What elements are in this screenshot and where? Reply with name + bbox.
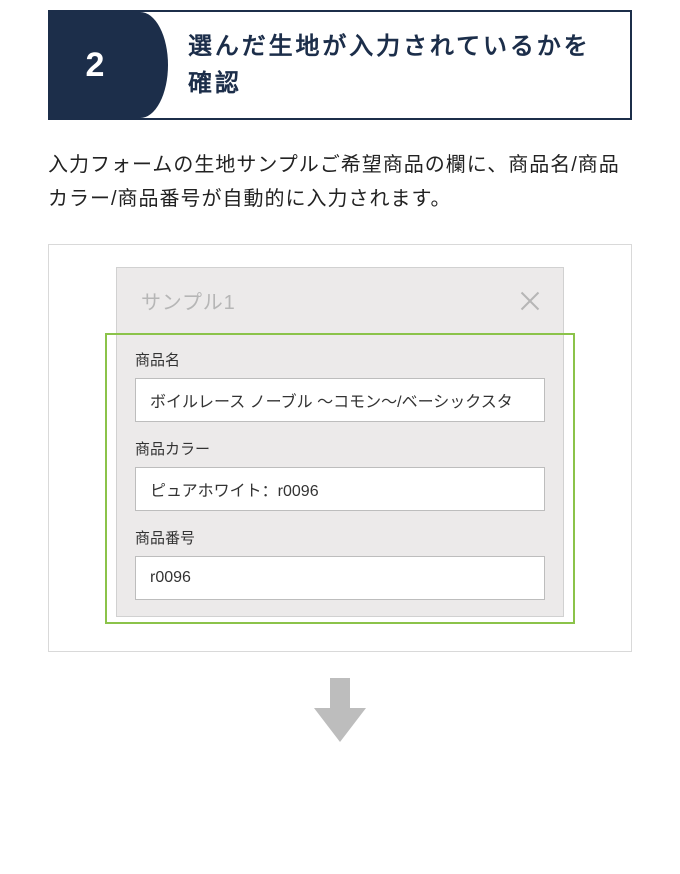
- highlight-box: 商品名 商品カラー 商品番号: [105, 333, 575, 624]
- step-title: 選んだ生地が入力されているかを確認: [140, 12, 630, 118]
- card-title: サンプル1: [141, 286, 236, 315]
- field-product-number: 商品番号: [135, 527, 545, 600]
- product-color-input[interactable]: [135, 467, 545, 511]
- screenshot-frame: サンプル1 商品名 商品カラー 商品番号: [48, 244, 632, 652]
- step-header: 2 選んだ生地が入力されているかを確認: [48, 10, 632, 120]
- arrow-down-icon: [304, 672, 376, 748]
- field-product-color: 商品カラー: [135, 438, 545, 511]
- card-header: サンプル1: [117, 268, 563, 333]
- product-number-input[interactable]: [135, 556, 545, 600]
- product-name-input[interactable]: [135, 378, 545, 422]
- step-description: 入力フォームの生地サンプルご希望商品の欄に、商品名/商品カラー/商品番号が自動的…: [48, 148, 632, 216]
- close-icon[interactable]: [519, 290, 541, 312]
- step-number-badge: 2: [50, 12, 140, 118]
- product-color-label: 商品カラー: [135, 438, 545, 459]
- product-name-label: 商品名: [135, 349, 545, 370]
- step-number-text: 2: [86, 46, 105, 85]
- sample-card: サンプル1 商品名 商品カラー 商品番号: [116, 267, 564, 617]
- field-product-name: 商品名: [135, 349, 545, 422]
- product-number-label: 商品番号: [135, 527, 545, 548]
